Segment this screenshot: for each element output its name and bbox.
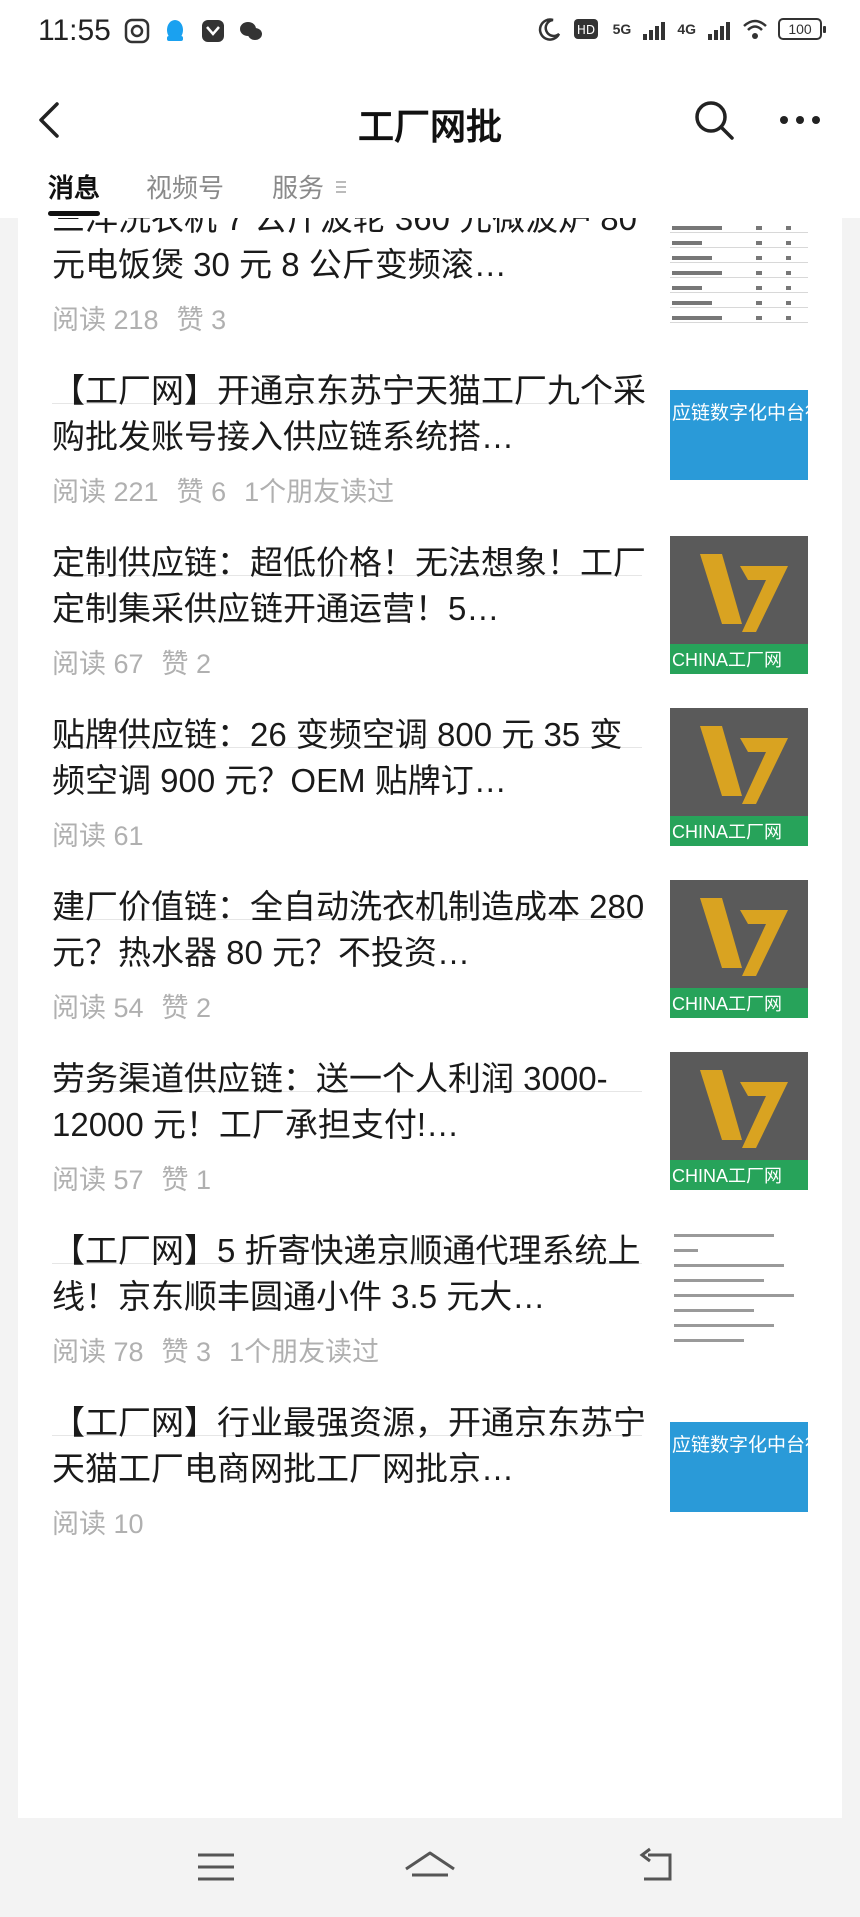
network-4g-label: 4G (677, 21, 696, 37)
moon-icon (538, 18, 560, 41)
article-likes: 赞 1 (161, 1165, 212, 1195)
signal-icon-1 (643, 22, 666, 40)
status-time: 11:55 (38, 14, 111, 47)
factory-logo-icon (670, 1052, 808, 1160)
network-5g-label: 5G (612, 21, 632, 37)
thumbnail-text: CHINA工厂网 (672, 1166, 783, 1186)
more-options-button[interactable] (770, 92, 830, 148)
tab-channels[interactable]: 视频号 (146, 168, 224, 205)
nav-menu-button[interactable] (186, 1842, 246, 1892)
qq-icon (167, 20, 183, 41)
status-right: HD 5G 4G 100 (537, 16, 826, 42)
article-title: 【工厂网】开通京东苏宁天猫工厂九个采购批发账号接入供应链系统搭… (52, 372, 646, 455)
article-likes: 赞 6 (176, 477, 227, 507)
signal-icon-2 (708, 22, 730, 40)
factory-logo-icon (670, 708, 808, 816)
article-title: 建厂价值链：全自动洗衣机制造成本 280 元？热水器 80 元？不投资… (52, 888, 645, 971)
search-icon (695, 101, 734, 140)
article-title: 【工厂网】行业最强资源，开通京东苏宁天猫工厂电商网批工厂网批京… (52, 1404, 646, 1487)
article-thumbnail (670, 218, 808, 330)
menu-icon (198, 1853, 234, 1881)
article-reads: 阅读 221 (52, 477, 159, 507)
return-icon (639, 1847, 672, 1881)
header: 工厂网批 (0, 70, 860, 170)
article-thumbnail: CHINA工厂网 (670, 880, 808, 1018)
article-title: 三洋洗衣机 7 公斤波轮 360 元微波炉 80 元电饭煲 30 元 8 公斤变… (52, 218, 637, 283)
wechat-icon (240, 22, 262, 40)
menu-lines-icon (336, 181, 346, 193)
article-reads: 阅读 54 (52, 993, 144, 1023)
article-stats: 阅读 67 赞 2 (52, 642, 229, 681)
factory-logo-icon (670, 880, 808, 988)
battery-icon: 100 (778, 18, 826, 40)
home-icon (405, 1851, 455, 1877)
article-title: 定制供应链：超低价格！无法想象！工厂定制集采供应链开通运营！5… (52, 544, 646, 627)
article-thumbnail: CHINA工厂网 (670, 536, 808, 674)
tab-messages[interactable]: 消息 (48, 168, 100, 205)
article-list: 三洋洗衣机 7 公斤波轮 360 元微波炉 80 元电饭煲 30 元 8 公斤变… (18, 218, 842, 1818)
article-stats: 阅读 57 赞 1 (52, 1158, 229, 1197)
nav-back-button[interactable] (626, 1842, 686, 1892)
system-nav-bar (0, 1818, 860, 1917)
article-stats: 阅读 54 赞 2 (52, 986, 229, 1025)
article-title: 【工厂网】5 折寄快递京顺通代理系统上线！京东顺丰圆通小件 3.5 元大… (52, 1232, 641, 1315)
article-thumbnail (670, 1224, 808, 1362)
article-reads: 阅读 67 (52, 649, 144, 679)
tab-bar: 消息 视频号 服务 (0, 162, 860, 218)
article-thumbnail: 应链数字化中台行 (670, 1396, 808, 1534)
article-item[interactable]: 【工厂网】行业最强资源，开通京东苏宁天猫工厂电商网批工厂网批京… 阅读 10 应链数… (18, 1396, 842, 1608)
article-title: 劳务渠道供应链：送一个人利润 3000-12000 元！工厂承担支付!… (52, 1060, 608, 1143)
article-stats: 阅读 218 赞 3 (52, 298, 244, 337)
tab-services[interactable]: 服务 (272, 168, 324, 205)
wifi-icon (743, 19, 767, 39)
search-button[interactable] (686, 92, 742, 148)
article-reads: 阅读 61 (52, 821, 144, 851)
factory-logo-icon (670, 536, 808, 644)
article-reads: 阅读 57 (52, 1165, 144, 1195)
article-thumbnail: CHINA工厂网 (670, 1052, 808, 1190)
article-likes: 赞 2 (161, 649, 212, 679)
article-likes: 赞 3 (176, 305, 227, 335)
article-stats: 阅读 10 (52, 1502, 162, 1541)
gallery-icon (202, 20, 224, 42)
article-likes: 赞 3 (161, 1337, 212, 1367)
article-reads: 阅读 78 (52, 1337, 144, 1367)
thumbnail-text: 应链数字化中台行 (672, 403, 808, 424)
thumbnail-text: 应链数字化中台行 (672, 1435, 808, 1456)
svg-text:HD: HD (576, 23, 594, 37)
article-likes: 赞 2 (161, 993, 212, 1023)
article-stats: 阅读 78 赞 3 1个朋友读过 (52, 1330, 397, 1369)
article-thumbnail: CHINA工厂网 (670, 708, 808, 846)
article-stats: 阅读 61 (52, 814, 162, 853)
article-friends: 1个朋友读过 (229, 1337, 380, 1367)
article-thumbnail: 应链数字化中台行 (670, 364, 808, 502)
hd-icon: HD (573, 19, 598, 39)
article-title: 贴牌供应链：26 变频空调 800 元 35 变频空调 900 元？OEM 贴牌… (52, 716, 623, 799)
notification-icons (124, 18, 264, 44)
article-stats: 阅读 221 赞 6 1个朋友读过 (52, 470, 412, 509)
thumbnail-text: CHINA工厂网 (672, 822, 783, 842)
article-reads: 阅读 10 (52, 1509, 144, 1539)
app-notification-icon (124, 18, 150, 44)
more-dots-icon (780, 116, 820, 124)
tab-active-underline (48, 211, 100, 216)
article-reads: 阅读 218 (52, 305, 159, 335)
thumbnail-text: CHINA工厂网 (672, 650, 783, 670)
nav-home-button[interactable] (400, 1842, 460, 1892)
thumbnail-text: CHINA工厂网 (672, 994, 783, 1014)
status-bar: 11:55 HD 5G 4G 100 (0, 0, 860, 70)
article-friends: 1个朋友读过 (244, 477, 395, 507)
